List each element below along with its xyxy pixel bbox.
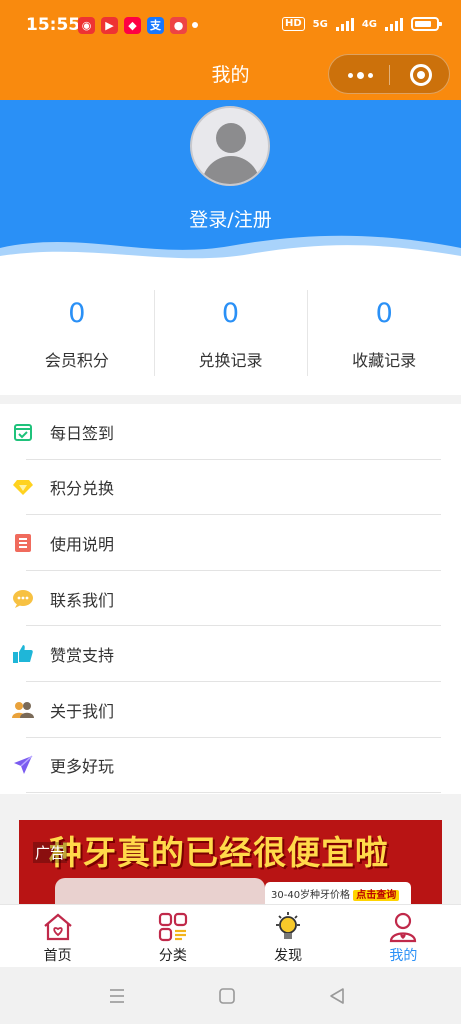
- stats-panel: 0 会员积分 0 兑换记录 0 收藏记录: [0, 270, 461, 395]
- signal-icon: [335, 17, 354, 31]
- network-label: 5G: [312, 18, 328, 30]
- menu-item-instructions[interactable]: 使用说明: [0, 515, 461, 571]
- tab-label: 分类: [158, 948, 187, 964]
- signal-icon: [385, 17, 403, 31]
- menu-item-more-fun[interactable]: 更多好玩: [0, 738, 461, 794]
- avatar[interactable]: [190, 106, 270, 186]
- ad-banner[interactable]: 种牙真的已经很便宜啦 广告 30-40岁种牙价格 点击查询: [19, 820, 442, 904]
- stat-label: 兑换记录: [198, 351, 263, 370]
- ad-query-button[interactable]: 点击查询: [353, 890, 400, 901]
- status-time: 15:55: [26, 15, 81, 35]
- user-heart-icon: [390, 912, 417, 943]
- category-grid-icon: [158, 912, 187, 942]
- menu-item-label: 关于我们: [50, 701, 115, 721]
- menu-icon[interactable]: [108, 987, 126, 1005]
- paper-plane-icon: [12, 754, 34, 776]
- wave-decoration: [0, 235, 461, 270]
- menu-item-appreciation[interactable]: 赞赏支持: [0, 626, 461, 682]
- list-icon: [12, 532, 34, 554]
- users-icon: [12, 699, 34, 721]
- app-notification-icon: ▶: [101, 17, 118, 34]
- calendar-check-icon: [12, 421, 34, 443]
- more-notifications-dot: [192, 22, 198, 28]
- stat-value: 0: [221, 298, 240, 329]
- stat-value: 0: [375, 298, 393, 329]
- tab-discover[interactable]: 发现: [231, 905, 346, 967]
- ad-image: [55, 878, 265, 904]
- ad-card-text: 30-40岁种牙价格: [271, 890, 351, 901]
- tab-mine[interactable]: 我的: [346, 905, 461, 967]
- home-square-icon[interactable]: [218, 987, 236, 1005]
- menu-item-label: 使用说明: [50, 534, 115, 554]
- ad-tag: 广告: [33, 842, 68, 863]
- login-register-link[interactable]: 登录/注册: [0, 205, 461, 232]
- tab-label: 发现: [274, 948, 303, 964]
- app-notification-icon: ●: [170, 17, 187, 34]
- stat-favorites[interactable]: 0 收藏记录: [307, 270, 461, 395]
- battery-icon: [411, 17, 442, 31]
- alipay-icon: 支: [147, 17, 164, 34]
- ad-card: 30-40岁种牙价格 点击查询: [265, 882, 411, 904]
- title-bar: 15:55 ◉ ▶ ◆ 支 ● HD 5G 4G 我的: [0, 0, 461, 100]
- stat-exchange-records[interactable]: 0 兑换记录: [153, 270, 308, 395]
- hd-icon: HD: [281, 17, 305, 31]
- app-notification-icon: ◆: [124, 17, 141, 34]
- menu-item-label: 更多好玩: [50, 757, 115, 777]
- tab-home[interactable]: 首页: [0, 905, 115, 967]
- data-label: 4G: [361, 18, 377, 30]
- lightbulb-icon: [276, 912, 301, 939]
- tab-label: 首页: [43, 948, 72, 964]
- menu-item-daily-checkin[interactable]: 每日签到: [0, 404, 461, 460]
- menu-item-points-exchange[interactable]: 积分兑换: [0, 460, 461, 516]
- thumbs-up-icon: [12, 643, 34, 665]
- menu-item-contact-us[interactable]: 联系我们: [0, 571, 461, 627]
- stat-label: 收藏记录: [352, 351, 417, 370]
- menu-item-label: 赞赏支持: [50, 646, 115, 666]
- menu-item-label: 联系我们: [50, 590, 115, 610]
- home-heart-icon: [43, 913, 72, 941]
- back-triangle-icon[interactable]: [328, 987, 346, 1005]
- capsule-divider: [389, 65, 390, 85]
- diamond-icon: [12, 476, 34, 498]
- profile-header: 登录/注册: [0, 100, 461, 270]
- notification-icons: ◉ ▶ ◆ 支 ●: [78, 17, 187, 34]
- miniprogram-capsule: [328, 54, 450, 94]
- menu-item-label: 每日签到: [50, 423, 115, 443]
- status-bar: 15:55 ◉ ▶ ◆ 支 ● HD 5G 4G: [0, 0, 461, 52]
- stat-value: 0: [68, 298, 86, 329]
- chat-bubble-icon: [12, 588, 34, 610]
- stat-label: 会员积分: [44, 351, 109, 370]
- system-navigation-bar: [0, 967, 461, 1024]
- status-indicators: HD 5G 4G: [281, 17, 442, 31]
- bottom-tab-bar: 首页 分类 发现 我的: [0, 904, 461, 967]
- ad-headline: 种牙真的已经很便宜啦: [49, 833, 389, 872]
- stat-points[interactable]: 0 会员积分: [0, 270, 154, 395]
- menu-item-label: 积分兑换: [50, 479, 115, 499]
- tab-category[interactable]: 分类: [115, 905, 230, 967]
- close-miniprogram-icon[interactable]: [410, 64, 432, 86]
- menu-list: 每日签到 积分兑换 使用说明 联系我们 赞赏支持 关于我们 更多好玩: [0, 404, 461, 794]
- app-notification-icon: ◉: [78, 17, 95, 34]
- more-options-icon[interactable]: [344, 65, 376, 85]
- menu-item-about-us[interactable]: 关于我们: [0, 682, 461, 738]
- tab-label: 我的: [389, 948, 418, 964]
